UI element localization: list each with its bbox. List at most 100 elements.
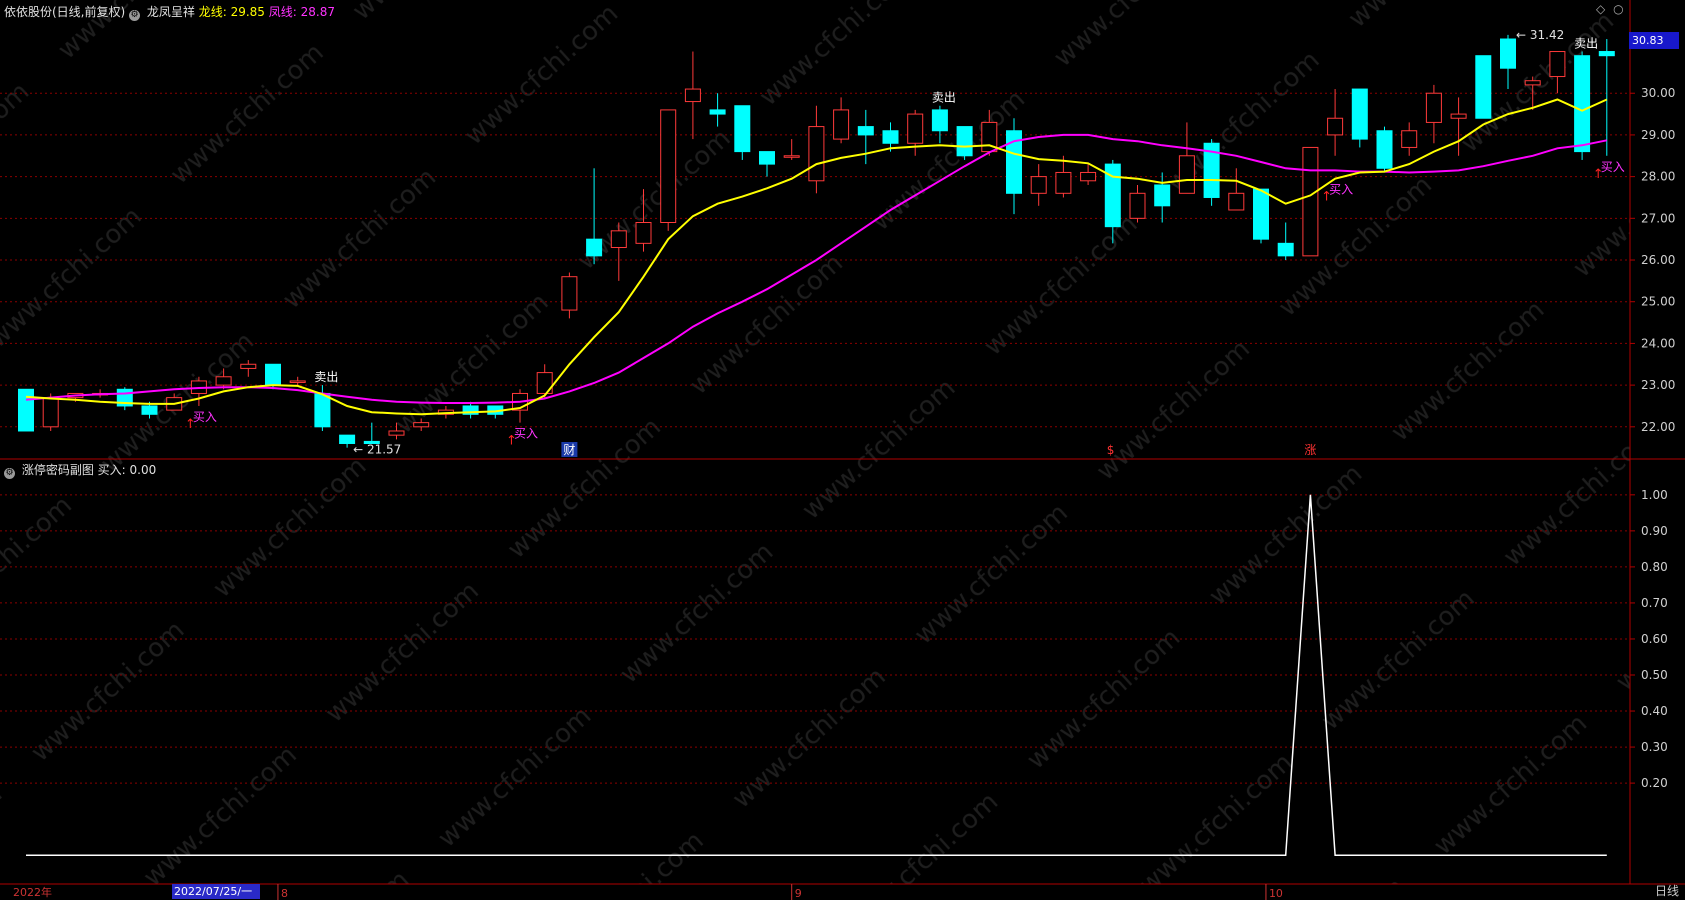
buy-signal: 买入	[1329, 183, 1353, 197]
candle-body	[141, 405, 158, 415]
candle-body	[882, 130, 899, 144]
indicator-name[interactable]: 龙凤呈祥	[147, 5, 195, 19]
timeframe-button[interactable]: 日线	[1655, 882, 1679, 899]
sub-y-tick-label: 0.70	[1641, 596, 1668, 610]
current-price-badge: 30.83	[1629, 32, 1679, 49]
y-tick-label: 25.00	[1641, 295, 1675, 309]
month-label: 8	[281, 887, 288, 900]
candle-body	[1154, 184, 1171, 207]
diamond-icon[interactable]: ◇	[1596, 2, 1605, 16]
sell-signal: 卖出	[932, 91, 956, 105]
event-mark: $	[1107, 443, 1115, 457]
candle-body	[388, 430, 405, 436]
main-header: 依依股份(日线,前复权) ⚙ 龙凤呈祥 龙线: 29.85 凤线: 28.87	[4, 3, 335, 21]
cursor-date: 2022/07/25/一	[172, 884, 260, 899]
y-tick-label: 27.00	[1641, 211, 1675, 225]
candle-body	[1080, 171, 1097, 182]
candle-body	[1327, 117, 1344, 136]
candle-body	[833, 109, 850, 140]
sub-y-tick-label: 0.40	[1641, 704, 1668, 718]
candle-body	[586, 238, 603, 257]
y-tick-label: 26.00	[1641, 253, 1675, 267]
candle-body	[1425, 92, 1442, 123]
candle-body	[1574, 55, 1591, 153]
candle-body	[1401, 130, 1418, 148]
settings-icon[interactable]: ⚙	[129, 10, 141, 21]
candle-body	[907, 113, 924, 144]
candle-body	[1277, 242, 1294, 257]
event-mark-label: 涨	[1304, 442, 1316, 457]
dragon-value: 29.85	[230, 5, 265, 19]
candle-body	[684, 88, 701, 103]
y-tick-label: 29.00	[1641, 128, 1675, 142]
candle-body	[1030, 176, 1047, 194]
event-mark-label: 财	[563, 443, 575, 457]
candle-body	[1376, 130, 1393, 169]
event-mark-label: $	[1107, 443, 1115, 457]
event-mark: 财	[561, 442, 578, 457]
stock-title[interactable]: 依依股份(日线,前复权)	[4, 5, 125, 19]
candle-body	[808, 126, 825, 182]
candle-body	[759, 151, 775, 165]
high-price-label: ← 31.42	[1516, 28, 1564, 42]
month-label: 10	[1269, 887, 1283, 900]
buy-arrow: ↑	[506, 434, 517, 449]
candle-body	[1055, 171, 1072, 194]
sub-y-tick-label: 0.20	[1641, 776, 1668, 790]
candle-body	[1524, 80, 1541, 86]
candle-body	[1228, 192, 1245, 211]
buy-arrow: ↑	[1321, 190, 1332, 205]
candle-body	[1598, 51, 1615, 57]
sell-signal: 卖出	[1574, 37, 1598, 51]
candle-body	[709, 109, 726, 115]
y-tick-label: 22.00	[1641, 420, 1675, 434]
sub-y-tick-label: 0.90	[1641, 524, 1668, 538]
candle-body	[734, 105, 751, 153]
candle-body	[240, 363, 257, 369]
candle-body	[18, 388, 34, 432]
phoenix-value: 28.87	[300, 5, 335, 19]
sub-settings-icon[interactable]: ⚙	[4, 468, 15, 479]
candle-body	[413, 422, 430, 428]
top-right-controls: ◇ ○	[1596, 2, 1624, 16]
y-tick-label: 30.00	[1641, 86, 1675, 100]
sub-y-tick-label: 1.00	[1641, 488, 1668, 502]
candle-body	[1302, 146, 1319, 257]
sub-y-tick-label: 0.80	[1641, 560, 1668, 574]
sub-y-tick-label: 0.30	[1641, 740, 1668, 754]
candle-body	[289, 380, 306, 383]
candle-body	[561, 276, 578, 311]
candle-body	[931, 109, 948, 132]
close-icon[interactable]: ○	[1613, 2, 1623, 16]
sell-signal: 卖出	[314, 370, 338, 384]
y-tick-label: 24.00	[1641, 336, 1675, 350]
candle-body	[1351, 88, 1368, 140]
candle-body	[857, 126, 874, 136]
stock-chart[interactable]: www.cfchi.com ← 21.57← 31.42卖出卖出卖出买入↑买入↑…	[0, 0, 1685, 900]
candle-body	[660, 109, 677, 223]
sub-indicator-name[interactable]: 涨停密码副图	[22, 463, 94, 477]
sub-buy-value: 0.00	[129, 463, 157, 477]
candle-body	[1253, 188, 1269, 240]
buy-signal: 买入	[514, 427, 538, 441]
sub-buy-label: 买入:	[97, 463, 126, 477]
dragon-label: 龙线:	[198, 5, 227, 19]
candle-body	[1178, 155, 1195, 194]
candle-body	[314, 392, 331, 428]
candle-body	[1549, 51, 1566, 78]
candle-body	[956, 126, 973, 157]
event-mark: 涨	[1304, 442, 1316, 457]
candle-body	[215, 376, 232, 386]
y-tick-label: 23.00	[1641, 378, 1675, 392]
sub-y-tick-label: 0.60	[1641, 632, 1668, 646]
year-label: 2022年	[13, 886, 52, 899]
candle-body	[1129, 192, 1146, 219]
candle-body	[1450, 113, 1467, 119]
candle-body	[635, 221, 652, 244]
month-label: 9	[795, 887, 802, 900]
candle-body	[1500, 38, 1516, 69]
candle-body	[610, 230, 627, 249]
buy-signal: 买入	[1601, 160, 1625, 174]
buy-arrow: ↑	[185, 417, 196, 432]
candle-body	[1475, 55, 1492, 119]
